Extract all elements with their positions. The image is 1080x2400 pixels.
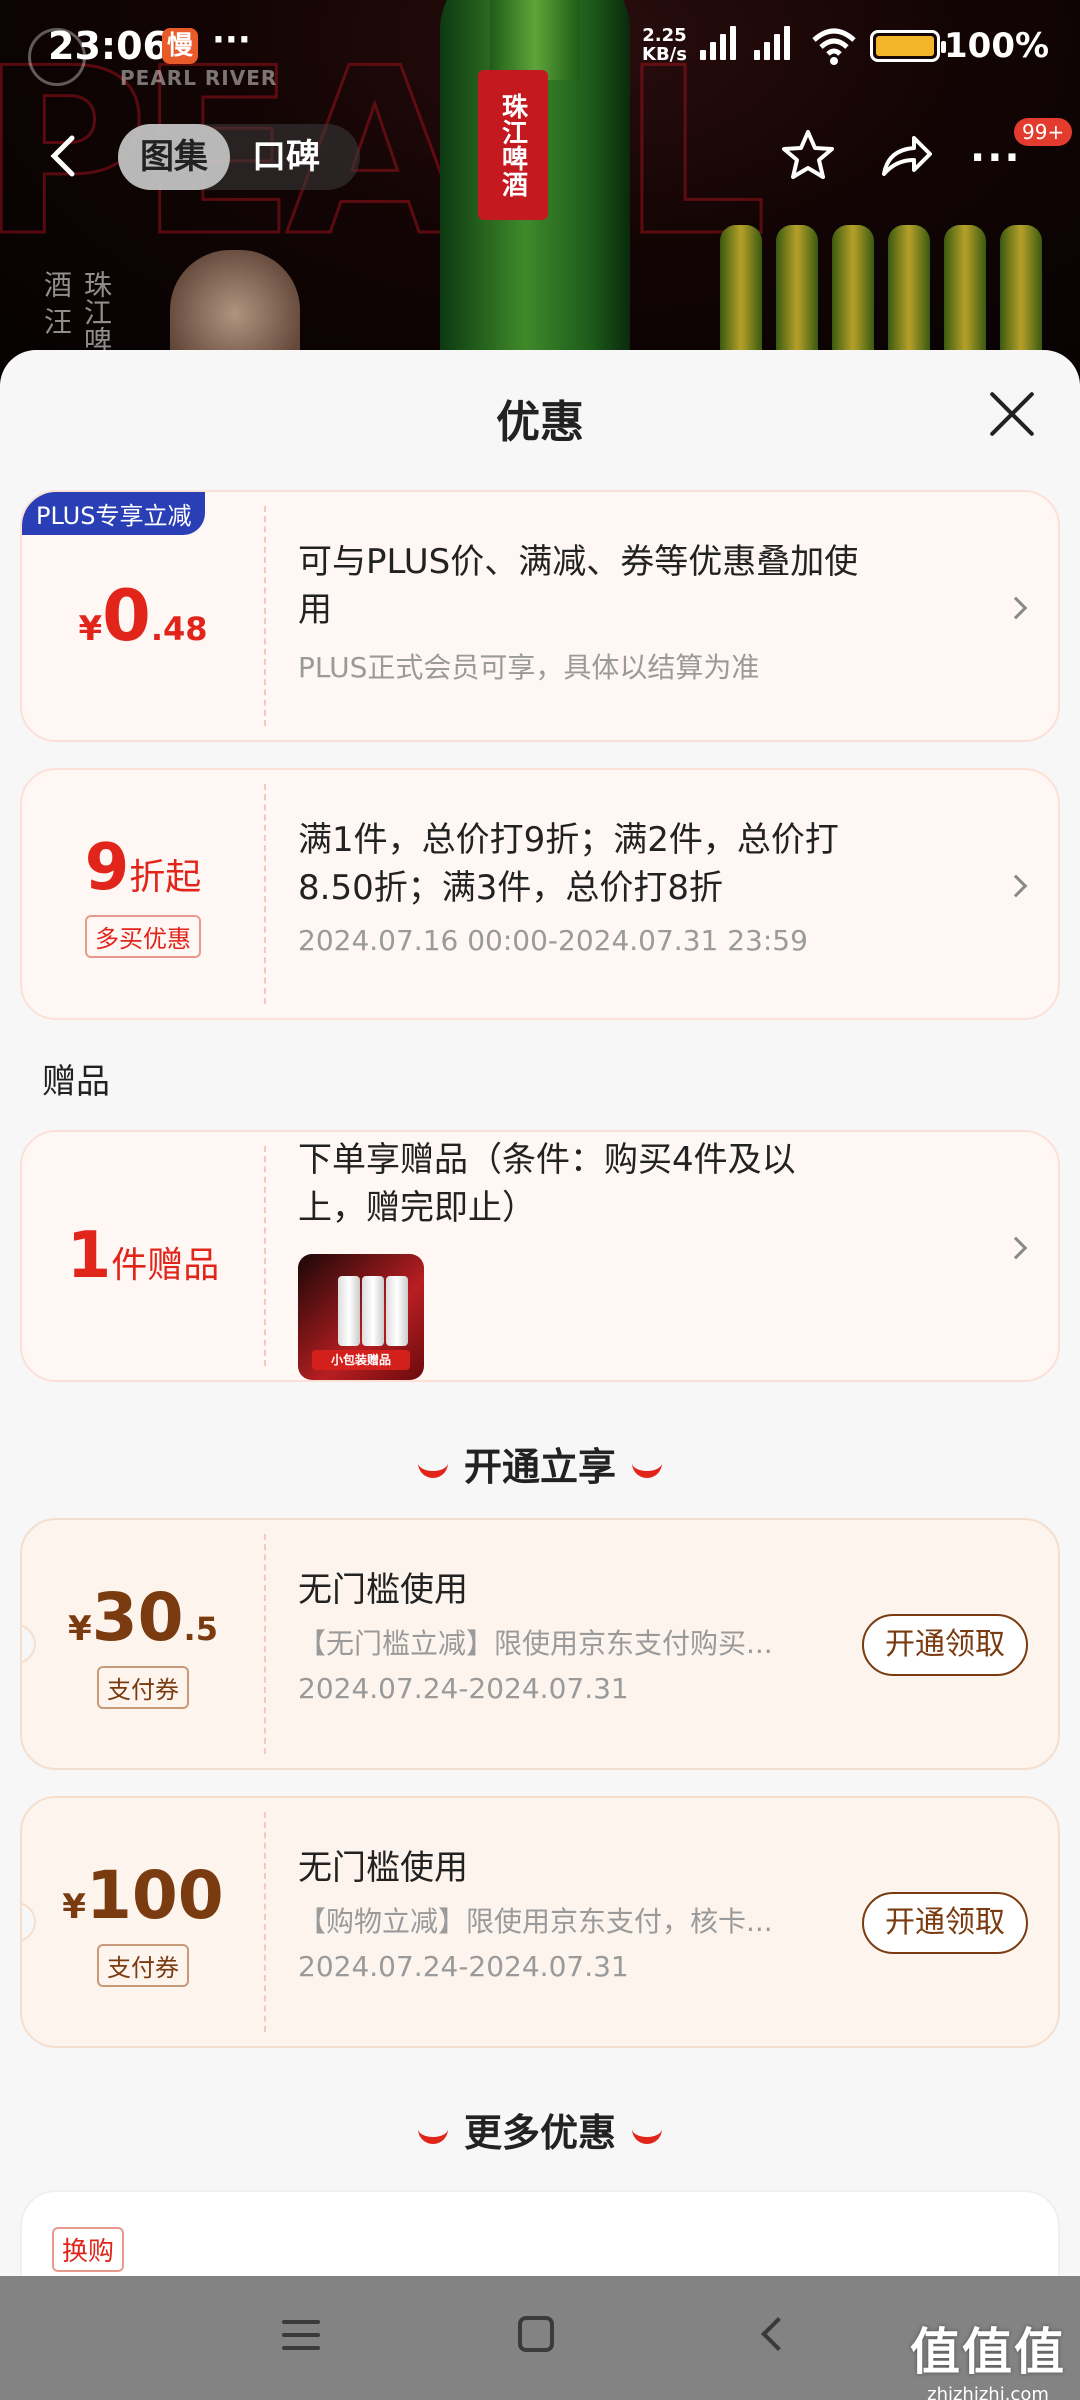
gift-card[interactable]: 1件赠品 下单享赠品（条件：购买4件及以上，赠完即止） 小包装赠品	[20, 1130, 1060, 1382]
coupon-amount: ¥100	[62, 1857, 224, 1934]
media-tabs: 图集 口碑	[118, 124, 360, 190]
wifi-icon	[812, 28, 856, 65]
coupon-title: 无门槛使用	[298, 1570, 468, 1610]
network-speed: 2.25 KB/s	[642, 25, 687, 65]
card-divider	[264, 1146, 266, 1366]
payment-coupon-tag: 支付券	[97, 1944, 189, 1987]
card-divider	[264, 784, 266, 1004]
offer-price: ¥0.48	[78, 575, 208, 657]
card-divider	[264, 1812, 266, 2032]
open-and-claim-button[interactable]: 开通领取	[862, 1892, 1028, 1954]
offer-subtitle: PLUS正式会员可享，具体以结算为准	[298, 651, 760, 684]
more-section-heading: 更多优惠	[0, 2102, 1080, 2157]
card-divider	[264, 506, 266, 726]
exchange-tag: 换购	[52, 2227, 125, 2272]
gift-thumbnail: 小包装赠品	[298, 1254, 424, 1380]
offer-title: 可与PLUS价、满减、券等优惠叠加使用	[298, 542, 859, 630]
back-icon[interactable]	[44, 132, 84, 180]
offer-discount: 9折起	[84, 830, 202, 905]
tab-gallery[interactable]: 图集	[118, 124, 230, 190]
system-back-icon[interactable]	[761, 2317, 795, 2351]
app-notification-icon: 慢	[162, 28, 198, 64]
offer-card-plus[interactable]: PLUS专享立减 ¥0.48 可与PLUS价、满减、券等优惠叠加使用 PLUS正…	[20, 490, 1060, 742]
coupon-description: 【无门槛立减】限使用京东支付购买...	[298, 1627, 773, 1660]
top-nav: 图集 口碑 ··· 99+	[0, 118, 1080, 194]
smile-icon	[632, 1462, 662, 1478]
offer-title: 满1件，总价打9折；满2件，总价打8.50折；满3件，总价打8折	[298, 820, 839, 908]
tab-reviews[interactable]: 口碑	[230, 124, 342, 190]
signal-1-icon	[700, 26, 736, 60]
more-options-icon[interactable]: ···	[970, 138, 1022, 178]
coupon-card[interactable]: ¥30.5 支付券 无门槛使用 【无门槛立减】限使用京东支付购买... 2024…	[20, 1518, 1060, 1770]
smile-icon	[632, 2128, 662, 2144]
offers-sheet: 优惠 PLUS专享立减 ¥0.48 可与PLUS价、满减、券等优惠叠加使用 PL…	[0, 350, 1080, 2400]
message-count-badge: 99+	[1014, 118, 1073, 146]
battery-icon	[870, 30, 946, 62]
coupon-description: 【购物立减】限使用京东支付，核卡...	[298, 1905, 773, 1938]
watermark: 值值值 zhizhizhi.com	[910, 2323, 1066, 2400]
gifts-section-label: 赠品	[42, 1062, 110, 1102]
battery-percent: 100%	[944, 26, 1050, 66]
favorite-star-icon[interactable]	[778, 126, 838, 186]
share-icon[interactable]	[876, 126, 936, 186]
card-divider	[264, 1534, 266, 1754]
coupon-dates: 2024.07.24-2024.07.31	[298, 1950, 629, 1983]
coupon-amount: ¥30.5	[68, 1579, 218, 1656]
chevron-right-icon	[1004, 874, 1028, 898]
more-notifications-icon: ···	[212, 20, 251, 60]
offer-card-multibuy[interactable]: 9折起 多买优惠 满1件，总价打9折；满2件，总价打8.50折；满3件，总价打8…	[20, 768, 1060, 1020]
open-section-heading: 开通立享	[0, 1436, 1080, 1491]
status-bar: 23:06 慢 ··· 2.25 KB/s 100%	[0, 18, 1080, 78]
gift-count: 1件赠品	[66, 1219, 220, 1293]
open-and-claim-button[interactable]: 开通领取	[862, 1614, 1028, 1676]
offer-dates: 2024.07.16 00:00-2024.07.31 23:59	[298, 924, 808, 957]
home-icon[interactable]	[518, 2316, 554, 2352]
coupon-dates: 2024.07.24-2024.07.31	[298, 1672, 629, 1705]
chevron-right-icon	[1004, 596, 1028, 620]
multibuy-tag: 多买优惠	[85, 914, 201, 958]
recent-apps-icon[interactable]	[282, 2320, 320, 2359]
coupon-title: 无门槛使用	[298, 1848, 468, 1888]
payment-coupon-tag: 支付券	[97, 1666, 189, 1709]
coupon-card[interactable]: ¥100 支付券 无门槛使用 【购物立减】限使用京东支付，核卡... 2024.…	[20, 1796, 1060, 2048]
chevron-right-icon	[1004, 1236, 1028, 1260]
status-time: 23:06	[48, 24, 169, 68]
smile-icon	[417, 1462, 448, 1478]
close-icon[interactable]	[986, 388, 1038, 440]
signal-2-icon	[754, 26, 790, 60]
smile-icon	[417, 2128, 448, 2144]
sheet-title: 优惠	[496, 397, 584, 448]
gift-title: 下单享赠品（条件：购买4件及以上，赠完即止）	[298, 1140, 796, 1228]
